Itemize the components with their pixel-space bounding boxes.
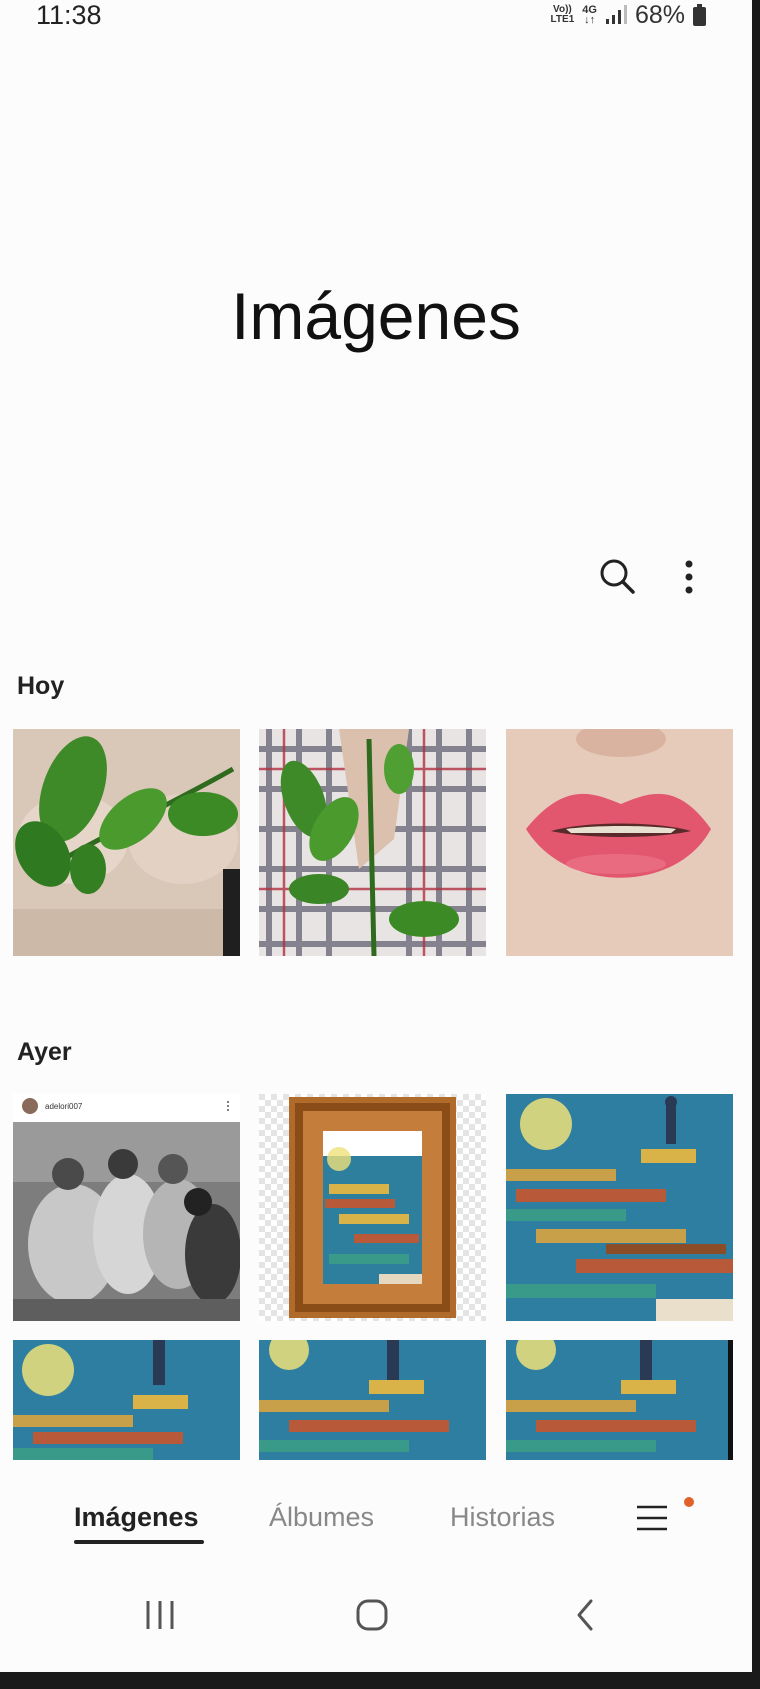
bw-group-photo: adelori007: [13, 1094, 240, 1321]
photo-thumbnail[interactable]: [259, 1340, 486, 1460]
notification-dot: [684, 1497, 694, 1507]
boats-photo: [506, 1094, 733, 1321]
data-arrows-icon: ↓↑: [584, 14, 596, 26]
photo-thumbnail[interactable]: [13, 729, 240, 956]
photo-thumbnail[interactable]: [259, 729, 486, 956]
hamburger-menu-icon: [637, 1505, 667, 1531]
tab-albums[interactable]: Álbumes: [269, 1502, 374, 1533]
boats-photo: [13, 1340, 240, 1460]
section-title-yesterday: Ayer: [17, 1038, 72, 1066]
search-icon: [600, 559, 635, 594]
home-icon: [356, 1599, 388, 1631]
gallery-screen: 11:38 Vo)) LTE1 4G ↓↑ 68% Imágenes Hoy A…: [0, 0, 752, 1672]
tab-images[interactable]: Imágenes: [74, 1502, 199, 1533]
battery-icon: [693, 4, 706, 26]
back-button[interactable]: [574, 1598, 596, 1637]
volte-indicator: Vo)) LTE1: [551, 5, 575, 25]
leaves-photo: [13, 729, 240, 956]
volte-bottom: LTE1: [550, 14, 575, 25]
more-options-icon: [685, 560, 693, 594]
search-button[interactable]: [596, 555, 640, 599]
boats-photo: [506, 1340, 733, 1460]
plaid-shirt-photo: [259, 729, 486, 956]
back-icon: [577, 1599, 593, 1631]
lips-photo: [506, 729, 733, 956]
battery-percent: 68%: [634, 0, 685, 29]
home-button[interactable]: [355, 1598, 389, 1637]
photo-thumbnail[interactable]: [259, 1094, 486, 1321]
more-options-button[interactable]: [674, 555, 704, 599]
recents-button[interactable]: [144, 1598, 176, 1637]
tab-stories[interactable]: Historias: [450, 1502, 555, 1533]
boats-photo: [259, 1340, 486, 1460]
page-title: Imágenes: [231, 279, 521, 353]
photo-thumbnail[interactable]: [13, 1340, 240, 1460]
status-icons: Vo)) LTE1 4G ↓↑ 68%: [551, 0, 706, 30]
photo-thumbnail[interactable]: [506, 729, 733, 956]
active-tab-indicator: [74, 1540, 204, 1544]
section-title-today: Hoy: [17, 672, 65, 700]
status-time: 11:38: [36, 0, 102, 30]
post-username: adelori007: [45, 1102, 83, 1111]
photo-thumbnail[interactable]: [506, 1094, 733, 1321]
photo-thumbnail[interactable]: adelori007: [13, 1094, 240, 1321]
photo-thumbnail[interactable]: [506, 1340, 733, 1460]
framed-boats-photo: [259, 1094, 486, 1321]
signal-icon: [605, 5, 627, 24]
recents-icon: [146, 1601, 174, 1629]
network-indicator: 4G ↓↑: [582, 5, 597, 26]
menu-button[interactable]: [634, 1500, 670, 1536]
